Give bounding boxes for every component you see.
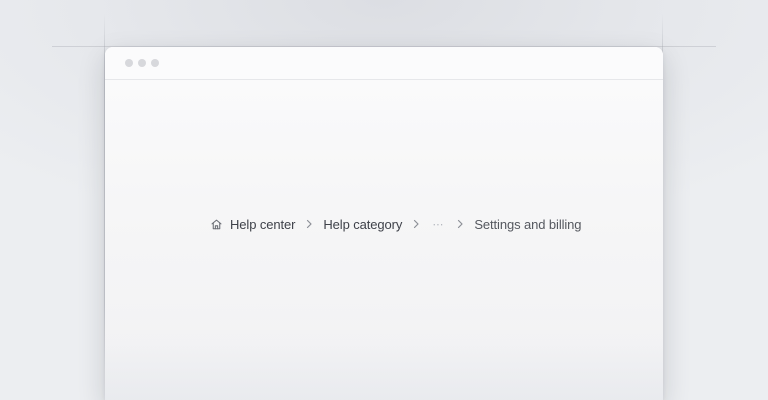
home-icon[interactable] [209, 217, 223, 231]
breadcrumb-current-page: Settings and billing [474, 216, 582, 232]
breadcrumb-link-help-category[interactable]: Help category [323, 217, 402, 232]
window-control-maximize[interactable] [151, 59, 159, 67]
breadcrumb: Help center Help category ⋯ Settings and… [209, 214, 582, 234]
chevron-right-icon [303, 218, 315, 230]
breadcrumb-collapsed-ellipsis[interactable]: ⋯ [430, 218, 446, 231]
breadcrumb-link-help-center[interactable]: Help center [230, 217, 295, 232]
window-control-close[interactable] [125, 59, 133, 67]
window-control-minimize[interactable] [138, 59, 146, 67]
chevron-right-icon [454, 218, 466, 230]
window-bottom-fade [105, 340, 663, 400]
chevron-right-icon [410, 218, 422, 230]
browser-window: Help center Help category ⋯ Settings and… [105, 47, 663, 400]
window-titlebar [105, 47, 663, 80]
